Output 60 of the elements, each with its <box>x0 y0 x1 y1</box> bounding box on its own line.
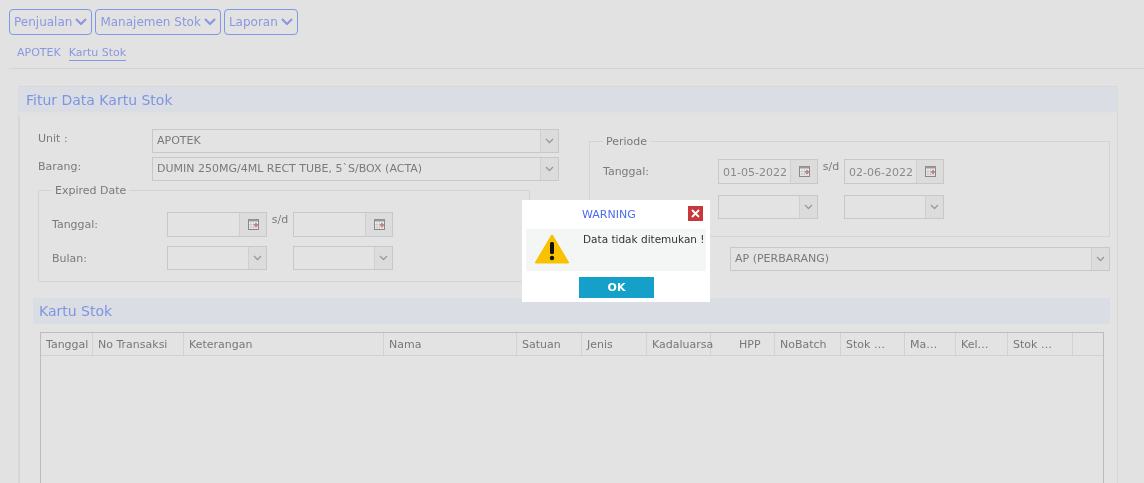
column-header[interactable]: HPP <box>711 333 775 355</box>
column-header[interactable]: Keterangan <box>184 333 384 355</box>
column-header[interactable]: Satuan <box>517 333 582 355</box>
month-select[interactable] <box>718 195 818 219</box>
calendar-icon <box>247 218 259 230</box>
item-select[interactable]: DUMIN 250MG/4ML RECT TUBE, 5`S/BOX (ACTA) <box>152 156 559 181</box>
range-separator: s/d <box>821 159 841 173</box>
field-label: Tanggal: <box>603 164 651 178</box>
date-field[interactable]: 02-06-2022 <box>844 158 944 184</box>
chevron-down-icon <box>804 204 813 210</box>
close-icon <box>691 209 700 218</box>
column-header[interactable]: Kel… <box>956 333 1008 355</box>
field-label: Barang: <box>38 159 83 173</box>
date-field[interactable]: 01-05-2022 <box>718 158 818 184</box>
chevron-down-icon <box>930 204 939 210</box>
column-header[interactable]: Kadaluarsa <box>647 333 711 355</box>
group-legend: Expired Date <box>52 184 130 197</box>
column-header[interactable]: Stok … <box>841 333 905 355</box>
report-type-select[interactable]: AP (PERBARANG) <box>730 246 1110 271</box>
group-legend: Periode <box>603 135 651 148</box>
close-button[interactable] <box>688 206 703 221</box>
date-field[interactable] <box>167 211 267 237</box>
calendar-icon <box>373 218 385 230</box>
warning-icon <box>535 234 569 264</box>
month-select[interactable] <box>167 246 267 270</box>
column-header[interactable]: Jenis <box>582 333 647 355</box>
month-select[interactable] <box>293 246 393 270</box>
chevron-down-icon <box>545 137 554 144</box>
unit-select[interactable]: APOTEK <box>152 128 559 153</box>
panel-title: Fitur Data Kartu Stok <box>19 87 1117 112</box>
field-label: Unit : <box>38 131 69 145</box>
menu-dropdown[interactable]: Laporan <box>223 9 298 35</box>
month-select[interactable] <box>844 195 944 219</box>
calendar-icon <box>798 165 810 177</box>
calendar-icon <box>924 165 936 177</box>
column-header[interactable]: Tanggal <box>41 333 93 355</box>
chevron-down-icon <box>203 18 216 26</box>
chevron-down-icon <box>1096 255 1105 262</box>
column-header[interactable]: Stok … <box>1008 333 1073 355</box>
column-header[interactable]: NoBatch <box>775 333 841 355</box>
menu-dropdown[interactable]: Manajemen Stok <box>95 9 221 35</box>
chevron-down-icon <box>545 165 554 172</box>
dialog-message: Data tidak ditemukan ! <box>583 232 705 246</box>
chevron-down-icon <box>253 255 262 261</box>
column-header[interactable]: Ma… <box>905 333 956 355</box>
menu-dropdown[interactable]: Penjualan <box>9 9 93 35</box>
section-title: Kartu Stok <box>33 298 1110 324</box>
range-separator: s/d <box>270 212 290 226</box>
column-header[interactable]: Nama <box>384 333 517 355</box>
chevron-down-icon <box>379 255 388 261</box>
breadcrumb-link[interactable]: APOTEK <box>17 46 61 60</box>
dialog-title: WARNING <box>582 208 636 221</box>
field-label: Tanggal: <box>52 217 100 231</box>
chevron-down-icon <box>75 18 88 26</box>
chevron-down-icon <box>280 18 293 26</box>
field-label: Bulan: <box>52 251 88 265</box>
breadcrumb-link[interactable]: Kartu Stok <box>68 46 127 61</box>
date-field[interactable] <box>293 211 393 237</box>
ok-button[interactable]: OK <box>579 277 654 298</box>
column-header[interactable]: No Transaksi <box>93 333 184 355</box>
